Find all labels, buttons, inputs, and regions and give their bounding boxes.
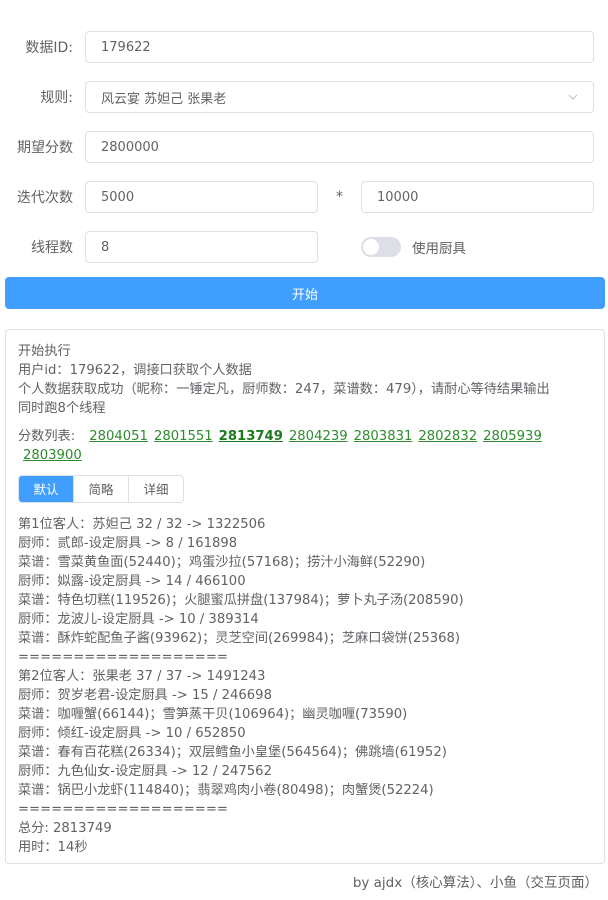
tab-detail[interactable]: 详细 bbox=[128, 476, 183, 502]
result-line: 第2位客人：张果老 37 / 37 -> 1491243 bbox=[18, 669, 266, 684]
elapsed-time: 用时：14秒 bbox=[18, 840, 88, 855]
result-line: 厨师：龙波儿-设定厨具 -> 10 / 389314 bbox=[18, 612, 259, 627]
best-score-link[interactable]: 2813749 bbox=[219, 429, 283, 444]
use-tools-label: 使用厨具 bbox=[412, 241, 466, 257]
tab-brief[interactable]: 简略 bbox=[73, 476, 128, 502]
separator-line: =================== bbox=[18, 650, 228, 665]
result-line: 菜谱：春有百花糕(26334)；双层鳕鱼小皇堡(564564)；佛跳墙(6195… bbox=[18, 745, 447, 760]
rule-row: 规则: 风云宴 苏妲己 张果老 bbox=[0, 81, 594, 113]
data-id-value: 179622 bbox=[101, 39, 151, 55]
result-line: 菜谱：雪菜黄鱼面(52440)；鸡蛋沙拉(57168)；捞汁小海鲜(52290) bbox=[18, 555, 426, 570]
result-line: 厨师：贺岁老君-设定厨具 -> 15 / 246698 bbox=[18, 688, 272, 703]
log-line: 同时跑8个线程 bbox=[18, 401, 106, 416]
tab-default[interactable]: 默认 bbox=[19, 476, 73, 502]
result-line: 菜谱：酥炸蛇配鱼子酱(93962)；灵芝空间(269984)；芝麻口袋饼(253… bbox=[18, 631, 461, 646]
score-list: 分数列表: 2804051 2801551 2813749 2804239 2803831… bbox=[18, 427, 592, 465]
view-mode-tabs: 默认 简略 详细 bbox=[18, 475, 184, 503]
result-panel: 开始执行 用户id：179622，调接口获取个人数据 个人数据获取成功（昵称：一… bbox=[5, 329, 605, 864]
chevron-down-icon bbox=[568, 94, 578, 100]
result-detail: 第1位客人：苏妲己 32 / 32 -> 1322506 厨师：贰郎-设定厨具 … bbox=[18, 515, 592, 857]
result-line: 厨师：姒露-设定厨具 -> 14 / 466100 bbox=[18, 574, 246, 589]
total-score: 总分: 2813749 bbox=[18, 821, 112, 836]
log-line: 个人数据获取成功（昵称：一锤定凡，厨师数：247，菜谱数：479），请耐心等待结… bbox=[18, 382, 550, 397]
start-button[interactable]: 开始 bbox=[5, 277, 605, 309]
result-line: 厨师：贰郎-设定厨具 -> 8 / 161898 bbox=[18, 536, 238, 551]
rule-label: 规则: bbox=[40, 90, 73, 106]
thread-count-input[interactable]: 8 bbox=[85, 231, 318, 263]
result-line: 菜谱：特色切糕(119526)；火腿蜜瓜拼盘(137984)；萝卜丸子汤(208… bbox=[18, 593, 464, 608]
result-line: 厨师：九色仙女-设定厨具 -> 12 / 247562 bbox=[18, 764, 272, 779]
data-id-row: 数据ID: 179622 bbox=[0, 31, 594, 63]
multiply-sign: * bbox=[336, 189, 343, 205]
score-link[interactable]: 2804239 bbox=[289, 429, 348, 444]
result-line: 厨师：倾红-设定厨具 -> 10 / 652850 bbox=[18, 726, 246, 741]
separator-line: =================== bbox=[18, 802, 228, 817]
score-link[interactable]: 2803900 bbox=[23, 448, 82, 463]
score-link[interactable]: 2802832 bbox=[418, 429, 477, 444]
expect-score-value: 2800000 bbox=[101, 139, 159, 155]
switch-knob bbox=[363, 239, 379, 255]
iter-count-input[interactable]: 5000 bbox=[85, 181, 318, 213]
data-id-input[interactable]: 179622 bbox=[85, 31, 594, 63]
thread-row: 线程数 8 使用厨具 bbox=[0, 231, 466, 263]
use-tools-switch[interactable] bbox=[361, 237, 401, 257]
iter-count-value: 5000 bbox=[101, 189, 135, 205]
score-link[interactable]: 2804051 bbox=[89, 429, 148, 444]
expect-score-input[interactable]: 2800000 bbox=[85, 131, 594, 163]
thread-label: 线程数 bbox=[31, 240, 73, 256]
thread-count-value: 8 bbox=[101, 239, 110, 255]
log-line: 用户id：179622，调接口获取个人数据 bbox=[18, 363, 252, 378]
iter-multiplier-value: 10000 bbox=[377, 189, 419, 205]
score-list-label: 分数列表: bbox=[18, 429, 76, 444]
iter-multiplier-input[interactable]: 10000 bbox=[361, 181, 594, 213]
iter-label: 迭代次数 bbox=[17, 190, 73, 206]
expect-row: 期望分数 2800000 bbox=[0, 131, 594, 163]
rule-select[interactable]: 风云宴 苏妲己 张果老 bbox=[85, 81, 594, 113]
log-line: 开始执行 bbox=[18, 344, 71, 359]
score-link[interactable]: 2805939 bbox=[483, 429, 542, 444]
result-line: 第1位客人：苏妲己 32 / 32 -> 1322506 bbox=[18, 517, 266, 532]
credits-footer: by ajdx（核心算法）、小鱼（交互页面） bbox=[352, 875, 598, 891]
log-header: 开始执行 用户id：179622，调接口获取个人数据 个人数据获取成功（昵称：一… bbox=[18, 342, 592, 418]
result-line: 菜谱：锅巴小龙虾(114840)；翡翠鸡肉小卷(80498)；肉蟹煲(52224… bbox=[18, 783, 434, 798]
rule-value: 风云宴 苏妲己 张果老 bbox=[101, 91, 227, 107]
data-id-label: 数据ID: bbox=[25, 40, 73, 56]
result-line: 菜谱：咖喱蟹(66144)；雪笋蒸干贝(106964)；幽灵咖喱(73590) bbox=[18, 707, 408, 722]
iter-row: 迭代次数 5000 * 10000 bbox=[0, 181, 594, 213]
score-link[interactable]: 2801551 bbox=[154, 429, 213, 444]
score-link[interactable]: 2803831 bbox=[354, 429, 413, 444]
expect-label: 期望分数 bbox=[17, 140, 73, 156]
